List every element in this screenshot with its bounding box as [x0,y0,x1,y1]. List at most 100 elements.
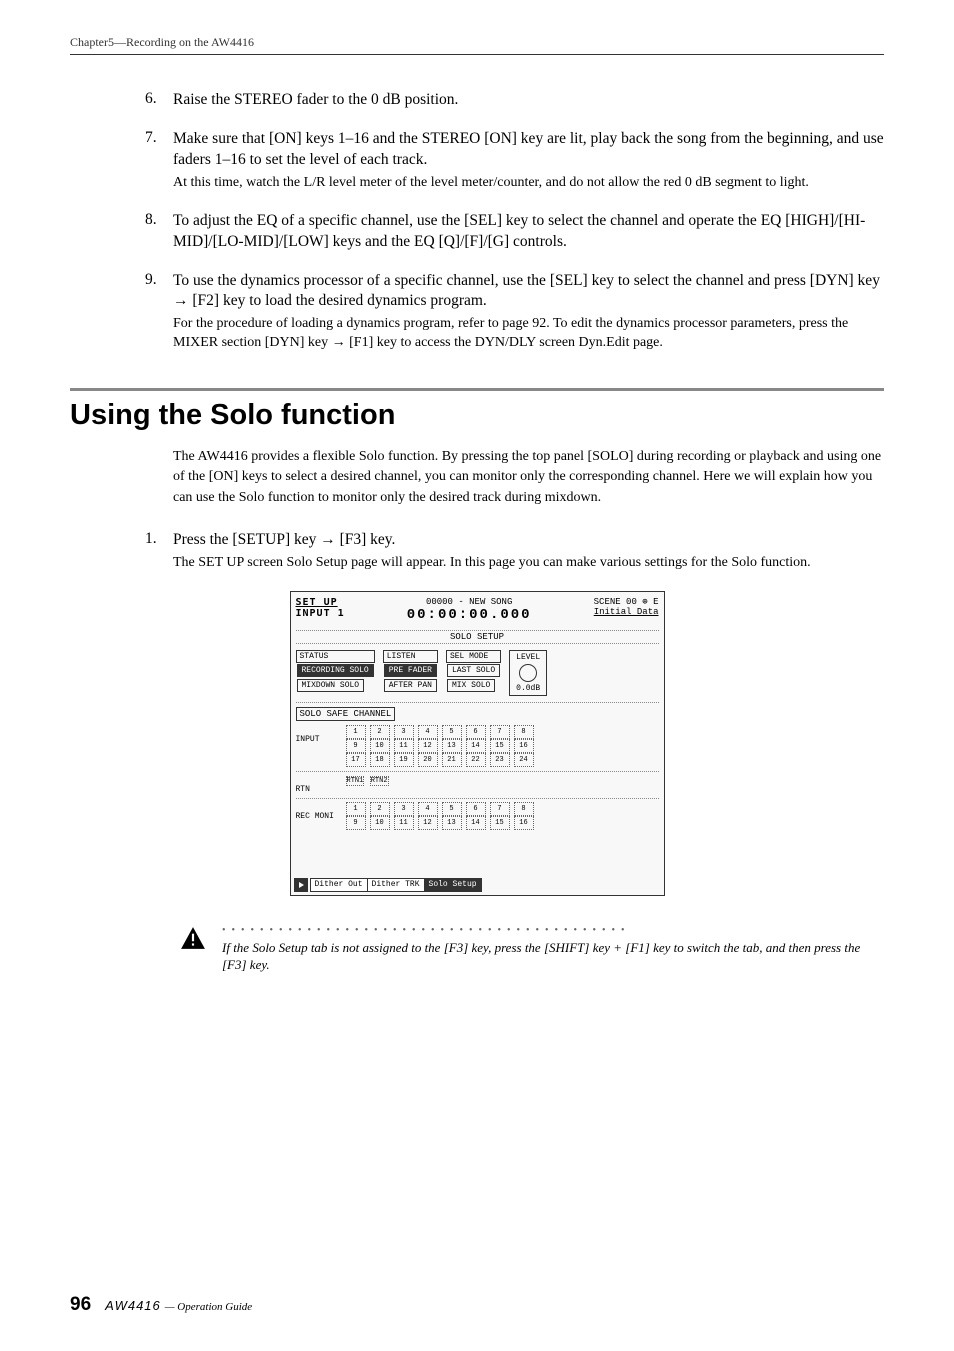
ch-button[interactable]: 21 [442,753,462,767]
lcd-screen: SET UP INPUT 1 00000 - NEW SONG 00:00:00… [290,591,665,896]
ch-button[interactable]: 4 [418,802,438,816]
section-rule [70,388,884,391]
listen-label: LISTEN [383,650,438,663]
note-dots: ••••••••••••••••••••••••••••••••••••••••… [222,926,864,936]
play-icon[interactable] [294,878,308,892]
ch-button[interactable]: 16 [514,739,534,753]
ch-button[interactable]: 9 [346,739,366,753]
ch-button[interactable]: 6 [466,725,486,739]
ch-button[interactable]: 16 [514,816,534,830]
note-block: ••••••••••••••••••••••••••••••••••••••••… [70,926,884,974]
solo-setup-label: SOLO SETUP [296,630,659,644]
tab-solo-setup[interactable]: Solo Setup [424,878,482,892]
recording-solo-button[interactable]: RECORDING SOLO [297,664,374,677]
ch-button[interactable]: 19 [394,753,414,767]
level-knob[interactable] [519,664,537,682]
ch-button[interactable]: 3 [394,725,414,739]
page-number: 96 [70,1294,91,1316]
ch-button[interactable]: 15 [490,816,510,830]
ch-button[interactable]: 2 [370,725,390,739]
step-6: 6. Raise the STEREO fader to the 0 dB po… [145,90,884,111]
level-db: 0.0dB [516,684,540,693]
step-8: 8. To adjust the EQ of a specific channe… [145,211,884,253]
status-label: STATUS [296,650,375,663]
screen-input: INPUT 1 [296,608,345,619]
step-main-text: Press the [SETUP] key → [F3] key. [173,530,884,551]
ch-button[interactable]: 1 [346,725,366,739]
tab-dither-out[interactable]: Dither Out [310,878,368,892]
ch-button[interactable]: 14 [466,816,486,830]
ch-button[interactable]: 5 [442,802,462,816]
ch-button[interactable]: 12 [418,739,438,753]
mixdown-solo-button[interactable]: MIXDOWN SOLO [297,679,365,692]
ch-button[interactable]: 11 [394,739,414,753]
step-sub-text: At this time, watch the L/R level meter … [173,174,884,193]
ch-button[interactable]: 10 [370,739,390,753]
time-counter: 00:00:00.000 [407,607,532,623]
note-text: If the Solo Setup tab is not assigned to… [222,939,864,974]
ch-button[interactable]: 6 [466,802,486,816]
tab-dither-trk[interactable]: Dither TRK [367,878,425,892]
ch-button[interactable]: 9 [346,816,366,830]
ch-button[interactable]: 24 [514,753,534,767]
step-1: 1. Press the [SETUP] key → [F3] key. The… [145,530,884,573]
screen-figure: SET UP INPUT 1 00000 - NEW SONG 00:00:00… [70,591,884,896]
input-buttons-row2: 9 10 11 12 13 14 15 16 [346,739,536,753]
ch-button[interactable]: 13 [442,739,462,753]
page-footer: 96 AW4416 — Operation Guide [70,1294,252,1316]
rec-buttons-row2: 9 10 11 12 13 14 15 16 [346,816,536,830]
rtn1-button[interactable]: RTN1 [346,776,365,786]
after-pan-button[interactable]: AFTER PAN [384,679,437,692]
ch-button[interactable]: 7 [490,802,510,816]
section-heading: Using the Solo function [70,399,884,432]
step-sub-text: For the procedure of loading a dynamics … [173,315,884,353]
ch-button[interactable]: 15 [490,739,510,753]
ch-button[interactable]: 5 [442,725,462,739]
last-solo-button[interactable]: LAST SOLO [447,664,500,677]
ch-button[interactable]: 3 [394,802,414,816]
mix-solo-button[interactable]: MIX SOLO [447,679,495,692]
step-main-text: Raise the STEREO fader to the 0 dB posit… [173,90,884,111]
ch-button[interactable]: 23 [490,753,510,767]
step-9: 9. To use the dynamics processor of a sp… [145,271,884,354]
step-number: 1. [145,530,173,573]
ch-button[interactable]: 13 [442,816,462,830]
pre-fader-button[interactable]: PRE FADER [384,664,437,677]
song-name: 00000 - NEW SONG [407,597,532,607]
ch-button[interactable]: 20 [418,753,438,767]
step-7: 7. Make sure that [ON] keys 1–16 and the… [145,129,884,193]
section-intro: The AW4416 provides a flexible Solo func… [70,447,884,508]
rec-buttons-row1: 1 2 3 4 5 6 7 8 [346,802,536,816]
safe-channel-label: SOLO SAFE CHANNEL [296,707,396,721]
ch-button[interactable]: 10 [370,816,390,830]
screen-title: SET UP [296,597,338,608]
step-number: 6. [145,90,173,111]
input-label: INPUT [296,725,336,744]
ch-button[interactable]: 2 [370,802,390,816]
ch-button[interactable]: 1 [346,802,366,816]
warning-icon [180,926,210,955]
ch-button[interactable]: 8 [514,725,534,739]
sel-mode-label: SEL MODE [446,650,501,663]
ch-button[interactable]: 22 [466,753,486,767]
step-main-text: To adjust the EQ of a specific channel, … [173,211,884,253]
indicator: ⊕ E [642,597,658,607]
initial-data: Initial Data [594,607,659,617]
ch-button[interactable]: 18 [370,753,390,767]
ch-button[interactable]: 8 [514,802,534,816]
ch-button[interactable]: 11 [394,816,414,830]
rtn2-button[interactable]: RTN2 [370,776,389,786]
ch-button[interactable]: 17 [346,753,366,767]
step-number: 8. [145,211,173,253]
ch-button[interactable]: 12 [418,816,438,830]
level-label: LEVEL [516,653,540,662]
step-sub-text: The SET UP screen Solo Setup page will a… [173,554,884,573]
step-number: 7. [145,129,173,193]
rec-moni-label: REC MONI [296,802,336,821]
rtn-label: RTN [296,775,336,794]
ch-button[interactable]: 4 [418,725,438,739]
ch-button[interactable]: 7 [490,725,510,739]
input-buttons-row3: 17 18 19 20 21 22 23 24 [346,753,536,767]
chapter-header: Chapter5—Recording on the AW4416 [70,35,884,55]
ch-button[interactable]: 14 [466,739,486,753]
